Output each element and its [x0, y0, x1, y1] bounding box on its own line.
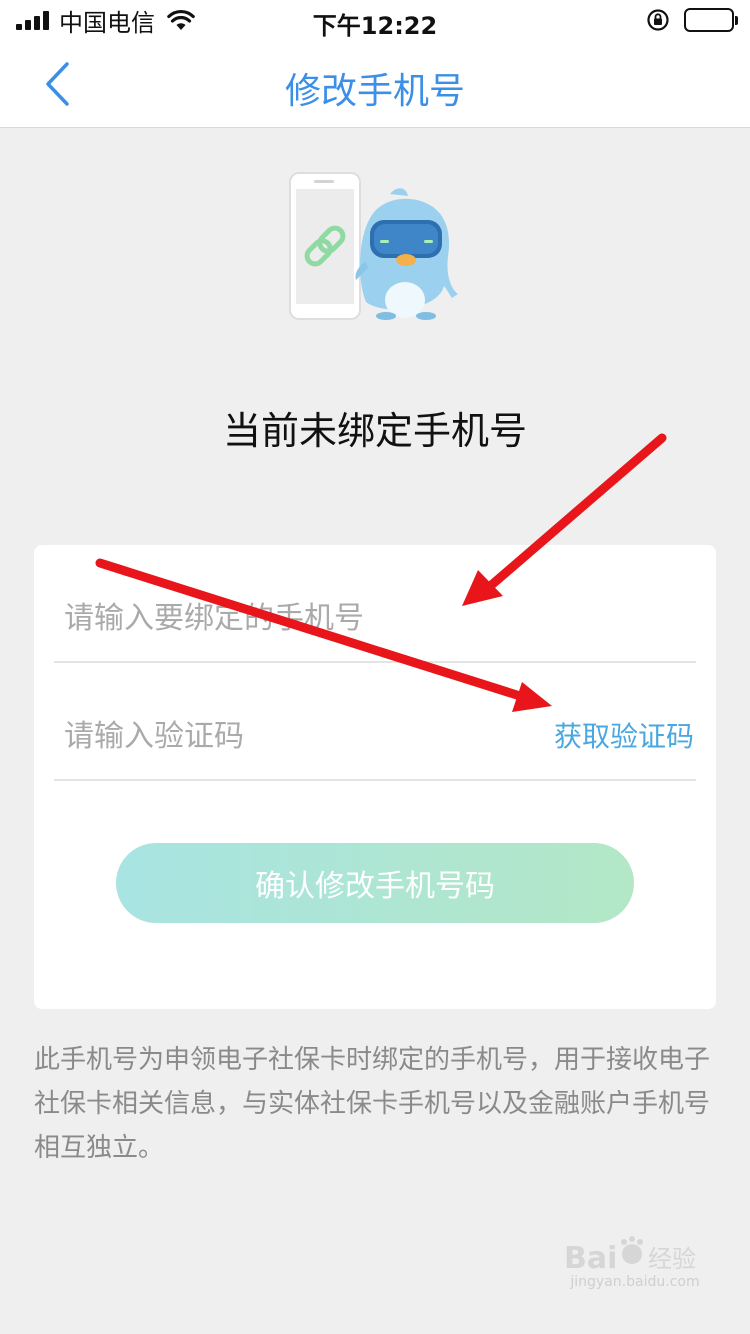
status-bar: 中国电信: [0, 0, 750, 40]
wifi-icon: [167, 9, 195, 31]
phone-icon: [289, 172, 361, 320]
phone-input[interactable]: [64, 593, 524, 643]
unbound-illustration: [288, 170, 463, 325]
penguin-mascot-icon: [355, 188, 458, 320]
phone-form-card: 获取验证码 确认修改手机号码: [34, 545, 716, 1009]
bind-status-text: 当前未绑定手机号: [222, 409, 527, 453]
get-code-button[interactable]: 获取验证码: [554, 715, 694, 755]
baidu-logo-icon: Bai 经验: [564, 1236, 696, 1276]
orientation-lock-icon: [646, 8, 670, 32]
info-note: 此手机号为申领电子社保卡时绑定的手机号，用于接收电子社保卡相关信息，与实体社保卡…: [34, 1045, 711, 1163]
svg-text:Bai: Bai: [564, 1241, 617, 1276]
watermark-url: jingyan.baidu.com: [570, 1274, 700, 1290]
confirm-button[interactable]: 确认修改手机号码: [116, 843, 634, 923]
phone-field-row: [54, 545, 696, 663]
battery-icon: [684, 8, 738, 32]
carrier-name: 中国电信: [59, 8, 155, 37]
nav-bar: 修改手机号: [0, 40, 750, 128]
signal-icon: [16, 10, 49, 30]
page-title: 修改手机号: [284, 71, 465, 112]
svg-text:经验: 经验: [648, 1245, 696, 1273]
code-field-row: 获取验证码: [54, 663, 696, 781]
status-right: [646, 8, 738, 32]
verification-code-input[interactable]: [64, 711, 484, 761]
baidu-jingyan-watermark: Bai 经验 jingyan.baidu.com: [560, 1234, 710, 1314]
